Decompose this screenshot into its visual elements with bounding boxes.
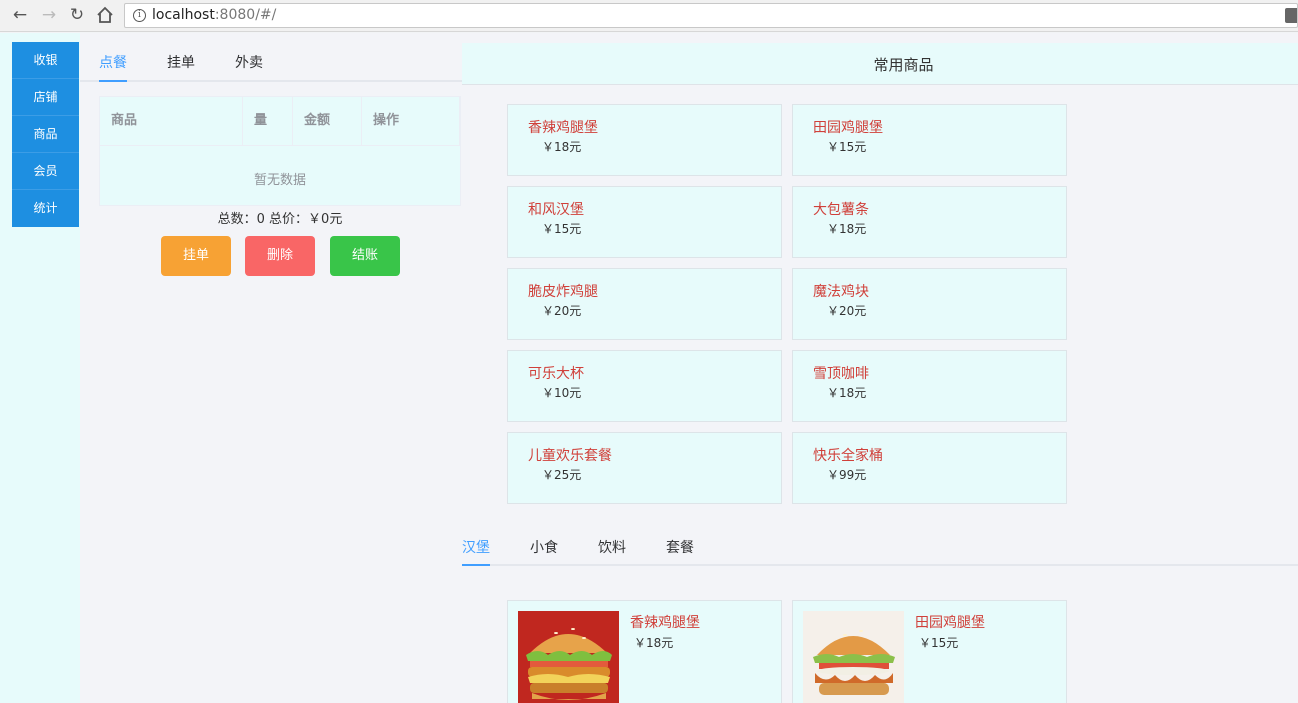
- common-goods-card[interactable]: 田园鸡腿堡 ￥15元: [792, 104, 1067, 176]
- active-category-indicator: [462, 564, 490, 566]
- tab-drinks[interactable]: 饮料: [598, 537, 626, 557]
- sidebar-menu: 收银 店铺 商品 会员 统计: [12, 42, 79, 227]
- common-goods-card[interactable]: 快乐全家桶 ￥99元: [792, 432, 1067, 504]
- food-name: 香辣鸡腿堡: [630, 615, 700, 631]
- common-goods-card[interactable]: 香辣鸡腿堡 ￥18元: [507, 104, 782, 176]
- order-panel: 点餐 挂单 外卖 商品 量 金额 操作 暂无数据 总数：0 总价：￥0元 挂单 …: [80, 42, 462, 276]
- goods-name: 大包薯条: [813, 202, 869, 218]
- address-bar[interactable]: i localhost:8080/#/: [124, 3, 1298, 28]
- tab-snacks[interactable]: 小食: [530, 537, 558, 557]
- tab-combos[interactable]: 套餐: [666, 537, 694, 557]
- goods-price: ￥18元: [542, 140, 582, 154]
- url-text[interactable]: localhost:8080/#/: [152, 7, 276, 23]
- food-price: ￥15元: [919, 636, 959, 650]
- sidebar-item-shop[interactable]: 店铺: [12, 79, 79, 116]
- order-table: 商品 量 金额 操作 暂无数据: [99, 96, 461, 206]
- common-goods-card[interactable]: 大包薯条 ￥18元: [792, 186, 1067, 258]
- hang-order-button[interactable]: 挂单: [161, 236, 231, 276]
- browser-toolbar: ← → ↻ i localhost:8080/#/: [0, 0, 1298, 32]
- common-goods-card[interactable]: 雪顶咖啡 ￥18元: [792, 350, 1067, 422]
- order-tabs: 点餐 挂单 外卖: [80, 42, 462, 82]
- goods-price: ￥15元: [542, 222, 582, 236]
- food-card[interactable]: 田园鸡腿堡 ￥15元: [792, 600, 1067, 703]
- goods-name: 可乐大杯: [528, 366, 584, 382]
- goods-price: ￥18元: [827, 386, 867, 400]
- food-card[interactable]: 香辣鸡腿堡 ￥18元: [507, 600, 782, 703]
- goods-price: ￥18元: [827, 222, 867, 236]
- goods-price: ￥20元: [827, 304, 867, 318]
- common-goods-card[interactable]: 脆皮炸鸡腿 ￥20元: [507, 268, 782, 340]
- order-totals: 总数：0 总价：￥0元: [217, 212, 343, 227]
- tab-burgers[interactable]: 汉堡: [462, 537, 490, 557]
- forward-arrow-icon[interactable]: →: [39, 5, 59, 25]
- category-tabs: 汉堡 小食 饮料 套餐: [462, 528, 1298, 566]
- food-price: ￥18元: [634, 636, 674, 650]
- empty-table-text: 暂无数据: [253, 173, 306, 188]
- goods-area: 常用商品 香辣鸡腿堡 ￥18元 田园鸡腿堡 ￥15元 和风汉堡 ￥15元 大包薯…: [462, 33, 1298, 703]
- common-goods-title: 常用商品: [873, 56, 934, 74]
- common-goods-card[interactable]: 和风汉堡 ￥15元: [507, 186, 782, 258]
- goods-price: ￥20元: [542, 304, 582, 318]
- common-goods-card[interactable]: 可乐大杯 ￥10元: [507, 350, 782, 422]
- goods-name: 和风汉堡: [528, 202, 584, 218]
- home-icon[interactable]: [95, 5, 115, 25]
- table-header-divider: [100, 145, 460, 146]
- goods-price: ￥99元: [827, 468, 867, 482]
- column-header-amount: 金额: [293, 97, 362, 145]
- sidebar-item-members[interactable]: 会员: [12, 153, 79, 190]
- goods-price: ￥10元: [542, 386, 582, 400]
- goods-price: ￥15元: [827, 140, 867, 154]
- goods-name: 快乐全家桶: [813, 448, 883, 464]
- common-goods-header: 常用商品: [462, 43, 1298, 85]
- back-arrow-icon[interactable]: ←: [10, 5, 30, 25]
- sidebar-item-goods[interactable]: 商品: [12, 116, 79, 153]
- burger-image: [803, 611, 904, 703]
- checkout-button[interactable]: 结账: [330, 236, 400, 276]
- column-header-actions: 操作: [362, 97, 460, 145]
- tab-takeout[interactable]: 外卖: [235, 52, 263, 72]
- goods-name: 雪顶咖啡: [813, 366, 869, 382]
- info-icon[interactable]: i: [133, 9, 146, 22]
- common-goods-card[interactable]: 儿童欢乐套餐 ￥25元: [507, 432, 782, 504]
- tab-hang[interactable]: 挂单: [167, 52, 195, 72]
- sidebar-item-statistics[interactable]: 统计: [12, 190, 79, 227]
- burger-image: [518, 611, 619, 703]
- column-header-goods: 商品: [100, 97, 243, 145]
- active-tab-indicator: [99, 80, 127, 82]
- reload-icon[interactable]: ↻: [67, 5, 87, 25]
- goods-name: 香辣鸡腿堡: [528, 120, 598, 136]
- goods-name: 脆皮炸鸡腿: [528, 284, 598, 300]
- goods-price: ￥25元: [542, 468, 582, 482]
- goods-name: 田园鸡腿堡: [813, 120, 883, 136]
- goods-name: 儿童欢乐套餐: [528, 448, 612, 464]
- column-header-quantity: 量: [243, 97, 293, 145]
- delete-order-button[interactable]: 删除: [245, 236, 315, 276]
- translate-icon[interactable]: [1285, 8, 1297, 23]
- tab-order[interactable]: 点餐: [99, 52, 127, 72]
- sidebar-item-cashier[interactable]: 收银: [12, 42, 79, 79]
- common-goods-card[interactable]: 魔法鸡块 ￥20元: [792, 268, 1067, 340]
- food-name: 田园鸡腿堡: [915, 615, 985, 631]
- goods-name: 魔法鸡块: [813, 284, 869, 300]
